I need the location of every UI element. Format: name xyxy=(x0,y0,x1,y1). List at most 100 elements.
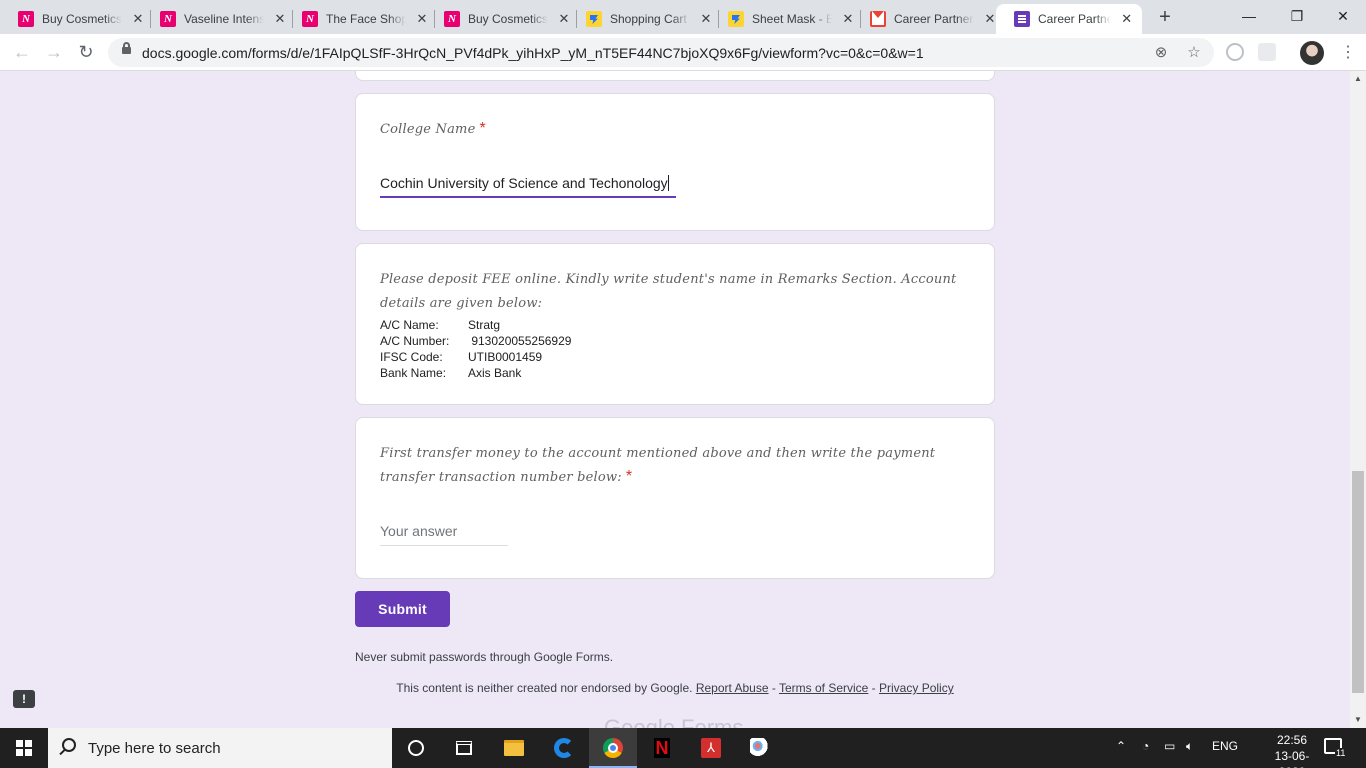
task-view-icon xyxy=(456,741,472,755)
minimize-button[interactable]: — xyxy=(1226,4,1272,28)
netflix-icon: N xyxy=(654,738,670,758)
tab-vaseline[interactable]: N Vaseline Intens ✕ xyxy=(142,4,296,34)
edge-icon xyxy=(554,738,574,758)
notification-count: 11 xyxy=(1335,748,1347,758)
tab-title: Career Partner xyxy=(894,12,974,26)
required-marker: * xyxy=(479,120,486,137)
tab-strip: N Buy Cosmetics ✕ N Vaseline Intens ✕ N … xyxy=(0,0,1366,34)
netflix-button[interactable]: N xyxy=(638,728,686,768)
tab-sheet-mask[interactable]: Sheet Mask - E ✕ xyxy=(710,4,864,34)
nykaa-icon: N xyxy=(302,11,318,27)
tab-face-shop[interactable]: N The Face Shop ✕ xyxy=(284,4,438,34)
chevron-up-icon[interactable]: ⌃ xyxy=(1116,739,1126,753)
reload-button[interactable]: ↻ xyxy=(74,41,98,65)
account-details: A/C Name: Stratg A/C Number: 913020055256… xyxy=(380,317,571,381)
chrome-icon xyxy=(603,738,623,758)
fee-info-card: Please deposit FEE online. Kindly write … xyxy=(355,243,995,405)
flipkart-icon xyxy=(586,11,602,27)
scroll-thumb[interactable] xyxy=(1352,471,1364,693)
tab-title: Career Partner xyxy=(1038,12,1112,26)
gmail-icon xyxy=(870,11,886,27)
start-button[interactable] xyxy=(0,728,48,768)
battery-icon[interactable]: ▭ xyxy=(1164,739,1175,753)
acrobat-icon: ⅄ xyxy=(701,738,721,758)
nykaa-icon: N xyxy=(160,11,176,27)
windows-logo-icon xyxy=(16,740,32,756)
bookmark-star-icon[interactable]: ☆ xyxy=(1185,44,1203,62)
windows-taskbar: Type here to search N ⅄ ⌃ ◔ ▭ 🔈︎ ENG 22:… xyxy=(0,728,1366,768)
account-name-row: A/C Name: Stratg xyxy=(380,318,501,332)
previous-question-card xyxy=(355,71,995,81)
flipkart-icon xyxy=(728,11,744,27)
network-icon[interactable]: ◔ xyxy=(1142,739,1149,753)
lock-icon[interactable] xyxy=(122,42,131,54)
transaction-question-title: First transfer money to the account ment… xyxy=(380,446,936,485)
search-icon xyxy=(62,738,76,752)
tab-title: Sheet Mask - E xyxy=(752,12,832,26)
tab-title: The Face Shop xyxy=(326,12,406,26)
page-scrollbar[interactable]: ▲ ▼ xyxy=(1350,71,1366,728)
cortana-icon xyxy=(408,740,424,756)
college-name-card: College Name * Cochin University of Scien… xyxy=(355,93,995,231)
address-bar[interactable]: docs.google.com/forms/d/e/1FAIpQLSfF-3Hr… xyxy=(108,38,1214,67)
tab-title: Vaseline Intens xyxy=(184,12,264,26)
volume-icon[interactable]: 🔈︎ xyxy=(1186,739,1193,754)
forward-button[interactable]: → xyxy=(42,41,66,65)
scroll-down-icon[interactable]: ▼ xyxy=(1353,715,1363,725)
menu-icon[interactable]: ⋮ xyxy=(1340,41,1356,65)
extension-icon[interactable] xyxy=(1258,43,1276,61)
submit-button[interactable]: Submit xyxy=(355,591,450,627)
back-button[interactable]: ← xyxy=(10,41,34,65)
avatar[interactable] xyxy=(1300,41,1324,65)
chrome-button[interactable] xyxy=(589,728,637,768)
google-forms-icon xyxy=(1014,11,1030,27)
tab-career-partner-gmail[interactable]: Career Partner ✕ xyxy=(852,4,1006,34)
folder-icon xyxy=(504,740,524,756)
report-abuse-link[interactable]: Report Abuse xyxy=(696,681,769,695)
feedback-icon[interactable]: ! xyxy=(13,690,35,708)
account-number-row: A/C Number: 913020055256929 xyxy=(380,334,572,348)
acrobat-button[interactable]: ⅄ xyxy=(687,728,735,768)
privacy-policy-link[interactable]: Privacy Policy xyxy=(879,681,954,695)
paint-icon xyxy=(750,738,772,758)
required-marker: * xyxy=(625,468,633,485)
url-text: docs.google.com/forms/d/e/1FAIpQLSfF-3Hr… xyxy=(142,45,924,61)
search-placeholder: Type here to search xyxy=(88,740,221,757)
close-icon[interactable]: ✕ xyxy=(1119,11,1134,27)
restore-button[interactable]: ❐ xyxy=(1274,4,1320,28)
college-question-title: College Name * xyxy=(380,120,486,137)
tab-career-partner-forms[interactable]: Career Partner ✕ xyxy=(996,4,1142,34)
tab-buy-cosmetics-1[interactable]: N Buy Cosmetics ✕ xyxy=(0,4,154,34)
language-indicator[interactable]: ENG xyxy=(1212,739,1238,753)
fee-info-text: Please deposit FEE online. Kindly write … xyxy=(380,272,957,311)
terms-of-service-link[interactable]: Terms of Service xyxy=(779,681,868,695)
nykaa-icon: N xyxy=(18,11,34,27)
password-warning: Never submit passwords through Google Fo… xyxy=(355,650,614,664)
tab-title: Shopping Cart xyxy=(610,12,687,26)
cortana-button[interactable] xyxy=(392,728,440,768)
clock-time: 22:56 xyxy=(1276,733,1308,747)
ifsc-code-row: IFSC Code: UTIB0001459 xyxy=(380,350,543,364)
scroll-up-icon[interactable]: ▲ xyxy=(1353,74,1363,84)
blocked-content-icon[interactable]: ⊗ xyxy=(1152,44,1170,62)
google-forms-logo: Google Forms xyxy=(604,715,744,728)
clock-date: 13-06-2020 xyxy=(1274,749,1310,768)
file-explorer-button[interactable] xyxy=(490,728,538,768)
taskbar-clock[interactable]: 22:56 13-06-2020 xyxy=(1262,732,1322,768)
transaction-number-input[interactable]: Your answer xyxy=(380,523,457,539)
tab-shopping-cart[interactable]: Shopping Cart ✕ xyxy=(568,4,722,34)
taskbar-search[interactable]: Type here to search xyxy=(48,728,392,768)
new-tab-button[interactable]: + xyxy=(1154,6,1176,29)
input-underline xyxy=(380,196,676,198)
footer-disclaimer: This content is neither created nor endo… xyxy=(396,681,954,695)
extension-icon[interactable] xyxy=(1226,43,1244,61)
nykaa-icon: N xyxy=(444,11,460,27)
paint-button[interactable] xyxy=(736,728,784,768)
tab-title: Buy Cosmetics xyxy=(42,12,122,26)
college-name-input[interactable]: Cochin University of Science and Techono… xyxy=(380,175,669,191)
task-view-button[interactable] xyxy=(440,728,488,768)
edge-button[interactable] xyxy=(540,728,588,768)
tab-buy-cosmetics-2[interactable]: N Buy Cosmetics ✕ xyxy=(426,4,580,34)
window-close-button[interactable]: ✕ xyxy=(1320,4,1366,28)
input-underline xyxy=(380,545,508,546)
